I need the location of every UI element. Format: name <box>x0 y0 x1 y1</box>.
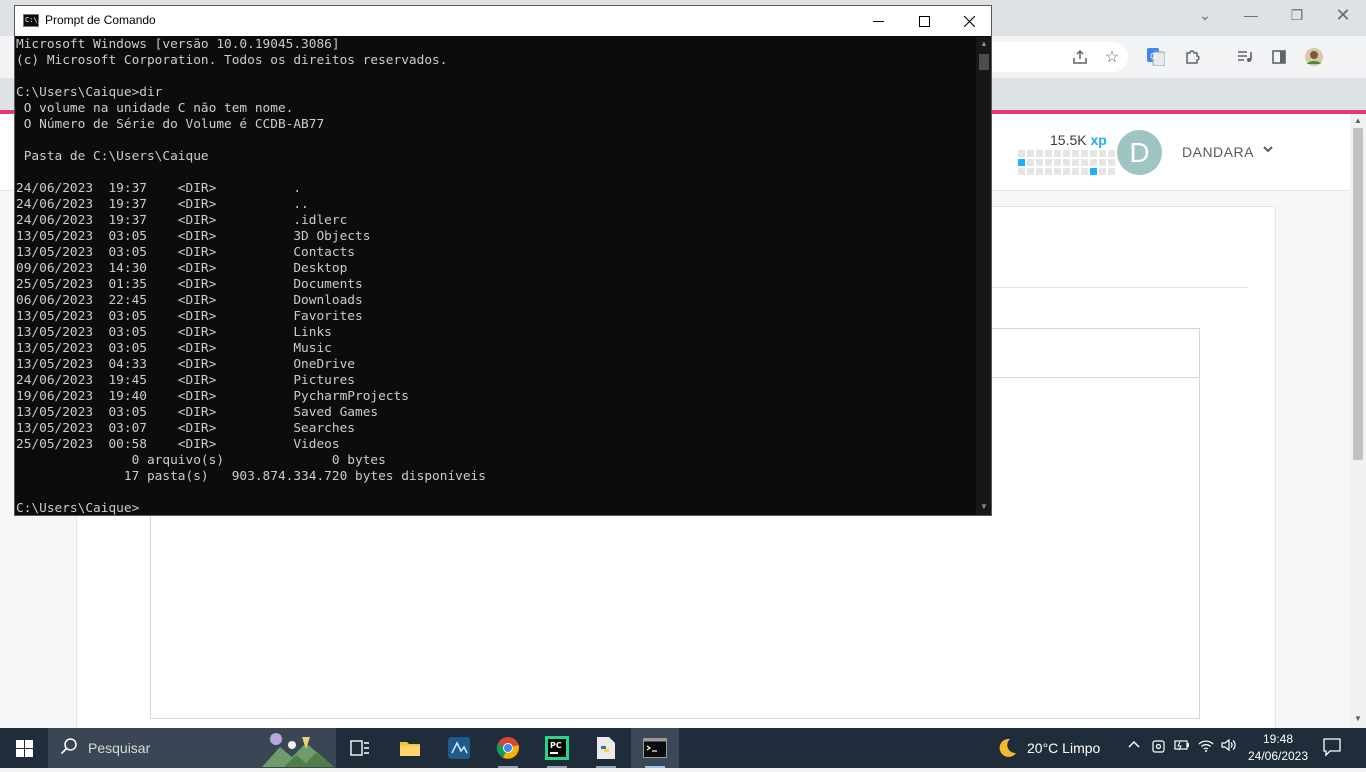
browser-minimize-button[interactable]: — <box>1228 0 1274 30</box>
cmd-output-line <box>16 133 976 149</box>
cmd-output-line <box>16 69 976 85</box>
windows-logo-icon <box>15 739 33 757</box>
clock-time: 19:48 <box>1262 732 1294 746</box>
search-icon <box>60 737 80 757</box>
search-placeholder: Pesquisar <box>88 740 151 756</box>
cmd-output-line: 13/05/2023 04:33 <DIR> OneDrive <box>16 357 355 372</box>
xp-counter: 15.5K xp <box>1050 132 1107 148</box>
svg-text:PC: PC <box>550 741 562 750</box>
cmd-title-bar[interactable]: C:\_ Prompt de Comando <box>15 6 991 36</box>
cmd-output-line: O Número de Série do Volume é CCDB-AB77 <box>16 117 325 132</box>
cmd-maximize-button[interactable] <box>901 6 947 36</box>
search-highlight-illustration-icon <box>262 731 334 767</box>
weather-label[interactable]: 20°C Limpo <box>1027 740 1100 756</box>
cmd-output-line: 13/05/2023 03:07 <DIR> Searches <box>16 421 355 436</box>
chrome-icon[interactable] <box>484 728 532 768</box>
cmd-output-line: 25/05/2023 00:58 <DIR> Videos <box>16 437 340 452</box>
google-translate-icon[interactable]: G <box>1145 46 1167 68</box>
mysql-workbench-icon[interactable] <box>435 728 483 768</box>
notification-center-icon[interactable] <box>1322 737 1344 759</box>
xp-activity-grid <box>1018 150 1115 175</box>
editor-divider <box>992 377 1198 378</box>
clock-date: 24/06/2023 <box>1247 749 1309 763</box>
cmd-output-line: C:\Users\Caique>dir <box>16 85 163 100</box>
task-view-button[interactable] <box>336 728 384 768</box>
cmd-scroll-up-icon[interactable]: ▲ <box>977 39 991 51</box>
cmd-output-line: 13/05/2023 03:05 <DIR> Links <box>16 325 332 340</box>
cmd-output-line <box>16 165 976 181</box>
cmd-output-line: 24/06/2023 19:37 <DIR> .idlerc <box>16 213 348 228</box>
profile-avatar-icon[interactable] <box>1303 46 1325 68</box>
scroll-up-arrow-icon[interactable]: ▲ <box>1352 116 1364 126</box>
scroll-down-arrow-icon[interactable]: ▼ <box>1352 714 1364 724</box>
cmd-output-line: 0 arquivo(s) 0 bytes <box>16 453 386 468</box>
cmd-output-line: 13/05/2023 03:05 <DIR> Contacts <box>16 245 355 260</box>
cmd-output-line: 06/06/2023 22:45 <DIR> Downloads <box>16 293 363 308</box>
cmd-output-line: O volume na unidade C não tem nome. <box>16 101 294 116</box>
command-prompt-window[interactable]: C:\_ Prompt de Comando Microsoft Windows… <box>14 5 992 516</box>
battery-power-icon[interactable] <box>1173 738 1191 758</box>
cmd-close-button[interactable] <box>946 6 992 36</box>
wifi-icon[interactable] <box>1197 738 1215 758</box>
cmd-scrollbar[interactable] <box>976 37 991 515</box>
cmd-title: Prompt de Comando <box>45 13 156 27</box>
weather-moon-icon[interactable] <box>996 737 1018 762</box>
cmd-output-line <box>16 485 976 501</box>
username-label[interactable]: DANDARA <box>1182 144 1254 160</box>
cmd-output-line: 13/05/2023 03:05 <DIR> Music <box>16 341 332 356</box>
cmd-output-line: 24/06/2023 19:37 <DIR> . <box>16 181 302 196</box>
browser-close-button[interactable]: ✕ <box>1320 0 1366 30</box>
card-divider <box>992 287 1248 288</box>
cmd-output-line: 13/05/2023 03:05 <DIR> Favorites <box>16 309 363 324</box>
cmd-output-line: 24/06/2023 19:45 <DIR> Pictures <box>16 373 355 388</box>
cmd-console-output[interactable]: Microsoft Windows [versão 10.0.19045.308… <box>16 37 976 515</box>
pycharm-icon[interactable]: PC <box>533 728 581 768</box>
page-scrollbar-thumb[interactable] <box>1353 128 1363 460</box>
cmd-output-line: Microsoft Windows [versão 10.0.19045.308… <box>16 37 340 52</box>
cmd-output-line: 13/05/2023 03:05 <DIR> 3D Objects <box>16 229 371 244</box>
media-controls-icon[interactable] <box>1234 46 1256 68</box>
side-panel-icon[interactable] <box>1268 46 1290 68</box>
cmd-output-line: Pasta de C:\Users\Caique <box>16 149 209 164</box>
start-button[interactable] <box>0 728 48 768</box>
system-clock[interactable]: 19:48 24/06/2023 <box>1238 731 1318 765</box>
bookmark-star-icon[interactable]: ☆ <box>1101 46 1123 68</box>
cmd-output-line: C:\Users\Caique> <box>16 501 140 515</box>
cmd-output-line: (c) Microsoft Corporation. Todos os dire… <box>16 53 448 68</box>
chevron-down-icon[interactable] <box>1262 142 1274 158</box>
cmd-output-line: 13/05/2023 03:05 <DIR> Saved Games <box>16 405 379 420</box>
volume-icon[interactable] <box>1220 738 1238 758</box>
tab-search-chevron-icon[interactable]: ⌄ <box>1182 0 1228 30</box>
cmd-output-line: 24/06/2023 19:37 <DIR> .. <box>16 197 309 212</box>
browser-restore-button[interactable]: ❐ <box>1274 0 1320 30</box>
cmd-scrollbar-thumb[interactable] <box>979 54 989 70</box>
xp-value: 15.5K <box>1050 132 1087 148</box>
cmd-output-line: 09/06/2023 14:30 <DIR> Desktop <box>16 261 348 276</box>
cmd-app-icon[interactable]: C:\_ <box>23 14 42 27</box>
cmd-scroll-down-icon[interactable]: ▼ <box>977 502 991 514</box>
user-avatar[interactable]: D <box>1117 130 1162 175</box>
cmd-output-line: 25/05/2023 01:35 <DIR> Documents <box>16 277 363 292</box>
cmd-output-line: 19/06/2023 19:40 <DIR> PycharmProjects <box>16 389 409 404</box>
python-file-icon[interactable] <box>582 728 630 768</box>
command-prompt-taskbar-icon[interactable] <box>631 728 679 768</box>
file-explorer-icon[interactable] <box>386 728 434 768</box>
meet-now-icon[interactable] <box>1150 738 1168 758</box>
share-icon[interactable] <box>1069 46 1091 68</box>
cmd-output-line: 17 pasta(s) 903.874.334.720 bytes dispon… <box>16 469 486 484</box>
svg-text:G: G <box>1150 52 1156 61</box>
cmd-minimize-button[interactable] <box>855 6 901 36</box>
extensions-puzzle-icon[interactable] <box>1181 46 1203 68</box>
xp-unit: xp <box>1090 132 1107 148</box>
show-hidden-icons-chevron-icon[interactable] <box>1125 738 1143 758</box>
